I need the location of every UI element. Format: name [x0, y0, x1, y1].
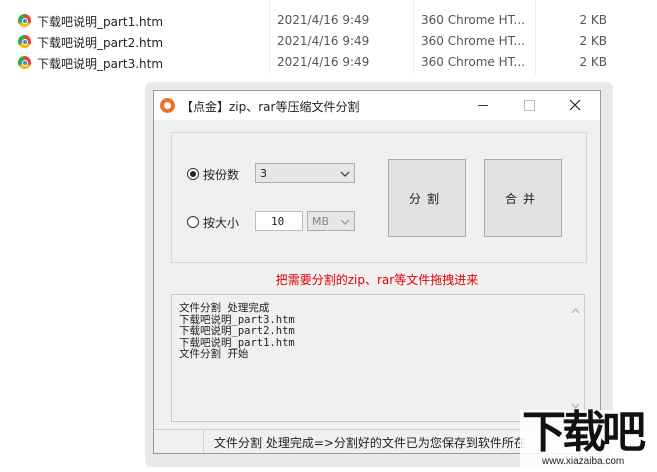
log-area[interactable]: 文件分割 处理完成 下载吧说明_part3.htm 下载吧说明_part2.ht…	[171, 294, 585, 422]
chevron-down-icon	[340, 171, 350, 177]
file-size: 2 KB	[579, 13, 607, 27]
log-scrollbar[interactable]	[567, 295, 584, 421]
file-type: 360 Chrome HT...	[421, 34, 525, 48]
file-size: 2 KB	[579, 55, 607, 69]
log-line: 下载吧说明_part2.htm	[179, 325, 295, 337]
file-name: 下载吧说明_part3.htm	[37, 57, 164, 71]
column-divider	[269, 0, 270, 75]
log-line: 文件分割 开始	[179, 348, 249, 360]
column-divider	[413, 0, 414, 75]
file-type: 360 Chrome HT...	[421, 13, 525, 27]
maximize-icon	[524, 100, 535, 111]
size-input[interactable]: 10	[255, 211, 303, 231]
status-text: 文件分割 处理完成=>分割好的文件已为您保存到软件所在	[214, 436, 526, 450]
chrome-file-icon	[18, 56, 31, 69]
app-icon	[160, 98, 175, 113]
file-row[interactable]: 下载吧说明_part1.htm 2021/4/16 9:49 360 Chrom…	[0, 10, 657, 31]
by-size-radio[interactable]	[187, 216, 199, 228]
minimize-icon	[478, 105, 488, 106]
file-size: 2 KB	[579, 34, 607, 48]
chrome-file-icon	[18, 35, 31, 48]
by-size-label: 按大小	[203, 216, 240, 230]
options-group: 按份数 3 按大小 10 MB 分割 合并	[171, 132, 587, 263]
watermark: 下载吧 www.xiazaiba.com	[520, 410, 657, 472]
splitter-window: 【点金】zip、rar等压缩文件分割 按份数 3 按大小 10 MB 分割 合并…	[153, 90, 601, 454]
file-date: 2021/4/16 9:49	[277, 13, 370, 27]
close-icon	[569, 99, 581, 111]
status-cell	[154, 430, 204, 452]
unit-select[interactable]: MB	[307, 211, 355, 231]
maximize-button	[506, 91, 552, 120]
file-name: 下载吧说明_part1.htm	[37, 15, 164, 29]
size-input-value: 10	[271, 215, 285, 228]
window-title: 【点金】zip、rar等压缩文件分割	[181, 100, 360, 114]
chrome-file-icon	[18, 14, 31, 27]
by-count-label: 按份数	[203, 168, 240, 182]
column-divider	[535, 0, 536, 75]
by-count-radio[interactable]	[187, 168, 199, 180]
minimize-button[interactable]	[460, 91, 506, 120]
file-type: 360 Chrome HT...	[421, 55, 525, 69]
split-button[interactable]: 分割	[388, 159, 466, 237]
watermark-url: www.xiazaiba.com	[542, 456, 625, 467]
close-button[interactable]	[552, 91, 598, 120]
title-bar[interactable]: 【点金】zip、rar等压缩文件分割	[154, 91, 600, 120]
log-lines: 文件分割 处理完成 下载吧说明_part3.htm 下载吧说明_part2.ht…	[179, 302, 295, 361]
unit-select-value: MB	[312, 215, 330, 228]
file-row[interactable]: 下载吧说明_part3.htm 2021/4/16 9:49 360 Chrom…	[0, 52, 657, 73]
watermark-logo: 下载吧	[522, 407, 646, 458]
count-select[interactable]: 3	[255, 163, 355, 183]
log-line: 文件分割 处理完成	[179, 302, 270, 314]
chevron-down-icon	[340, 219, 350, 225]
file-row[interactable]: 下载吧说明_part2.htm 2021/4/16 9:49 360 Chrom…	[0, 31, 657, 52]
file-date: 2021/4/16 9:49	[277, 55, 370, 69]
count-select-value: 3	[260, 167, 267, 180]
drop-hint: 把需要分割的zip、rar等文件拖拽进来	[275, 273, 479, 287]
scroll-up-icon[interactable]	[571, 308, 580, 314]
file-name: 下载吧说明_part2.htm	[37, 36, 164, 50]
merge-button[interactable]: 合并	[484, 159, 562, 237]
file-date: 2021/4/16 9:49	[277, 34, 370, 48]
